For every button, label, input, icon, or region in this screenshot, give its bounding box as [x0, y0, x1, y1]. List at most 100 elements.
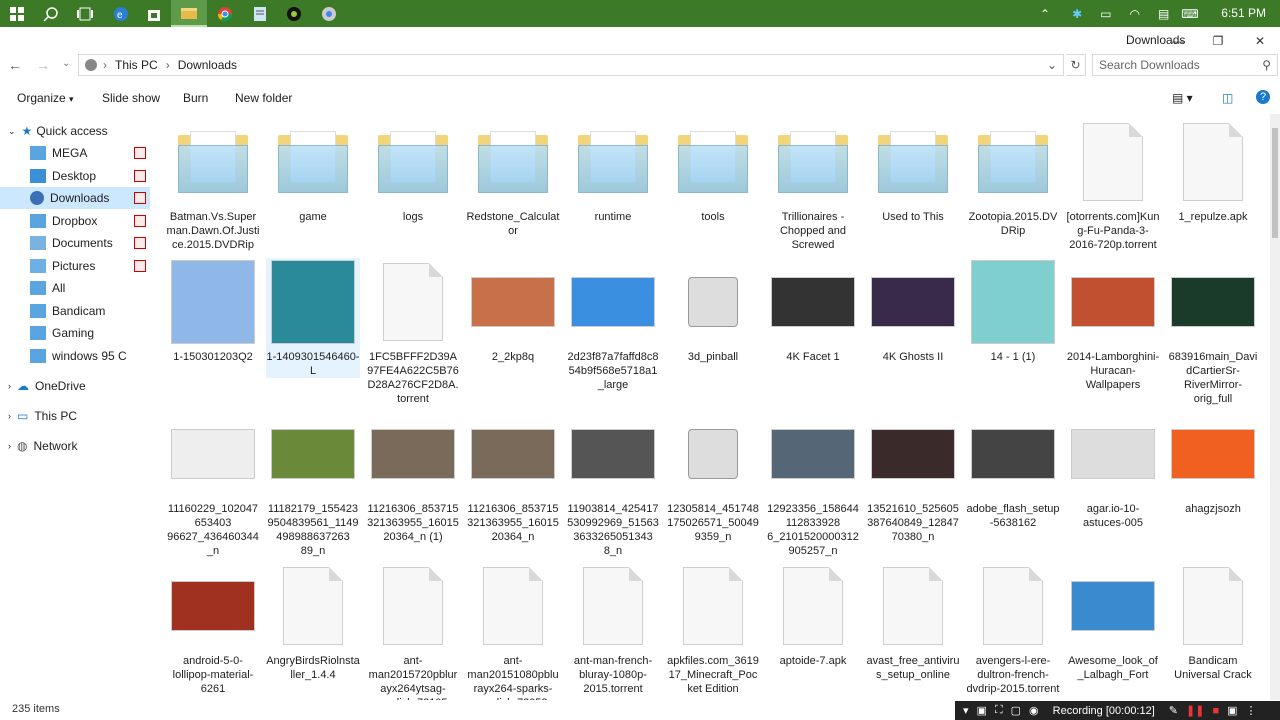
fullscreen-icon[interactable]: ⛶ — [995, 704, 1003, 717]
notepad-icon[interactable] — [249, 3, 271, 24]
forward-arrow-icon[interactable]: → — [36, 57, 50, 73]
windows-icon[interactable] — [6, 3, 28, 24]
file-tile[interactable]: 2d23f87a7faffd8c854b9f568e5718a1_large — [566, 258, 660, 392]
file-tile[interactable]: ant-man20151080pblurayx264-sparks-englis… — [466, 562, 560, 700]
file-tile[interactable]: Redstone_Calculator — [466, 118, 560, 238]
file-tile[interactable]: Used to This — [866, 118, 960, 224]
expand-icon[interactable]: ⌄ — [8, 126, 16, 137]
file-tile[interactable]: adobe_flash_setup-5638162 — [966, 410, 1060, 530]
file-tile[interactable]: avast_free_antivirus_setup_online — [866, 562, 960, 682]
file-tile[interactable]: game — [266, 118, 360, 224]
file-tile[interactable]: 14 - 1 (1) — [966, 258, 1060, 364]
menu-icon[interactable]: ⋮ — [1246, 704, 1257, 717]
nav-downloads[interactable]: Downloads — [0, 187, 150, 209]
window-icon[interactable]: ▣ — [977, 704, 987, 717]
file-tile[interactable]: 11216306_853715321363955_1601520364_n — [466, 410, 560, 544]
expand-icon[interactable]: › — [8, 441, 11, 451]
file-tile[interactable]: 11216306_853715321363955_1601520364_n (1… — [366, 410, 460, 544]
store-icon[interactable] — [143, 3, 165, 24]
nav-gaming[interactable]: Gaming — [0, 322, 150, 344]
file-tile[interactable]: 2014-Lamborghini-Huracan-Wallpapers — [1066, 258, 1160, 392]
close-button[interactable]: ✕ — [1240, 27, 1280, 54]
file-tile[interactable]: 3d_pinball — [666, 258, 760, 364]
battery-icon[interactable]: ▭ — [1100, 7, 1111, 21]
file-tile[interactable]: Batman.Vs.Superman.Dawn.Of.Justice.2015.… — [166, 118, 260, 252]
file-tile[interactable]: aptoide-7.apk — [766, 562, 860, 668]
clock[interactable]: 6:51 PM — [1221, 6, 1266, 20]
nav-dropbox[interactable]: Dropbox — [0, 210, 150, 232]
address-dropdown-icon[interactable]: ⌄ — [1047, 58, 1057, 72]
file-tile[interactable]: 11903814_425417530992969_515633633265051… — [566, 410, 660, 558]
keyboard-icon[interactable]: ⌨ — [1181, 7, 1198, 21]
nav-desktop[interactable]: Desktop — [0, 165, 150, 187]
breadcrumb-downloads[interactable]: Downloads — [178, 58, 237, 72]
search-icon[interactable] — [40, 3, 62, 24]
nav-quick-access[interactable]: ⌄ ★ Quick access — [0, 120, 150, 142]
edge-icon[interactable]: e — [110, 3, 132, 24]
nav-bandicam[interactable]: Bandicam — [0, 300, 150, 322]
help-icon[interactable]: ? — [1256, 90, 1270, 104]
chrome-icon[interactable] — [214, 3, 236, 24]
nav-onedrive[interactable]: › ☁ OneDrive — [0, 375, 150, 397]
bluetooth-icon[interactable]: ✱ — [1072, 7, 1082, 21]
file-tile[interactable]: 683916main_DavidCartierSr-RiverMirror-or… — [1166, 258, 1260, 406]
expand-icon[interactable]: › — [8, 411, 11, 421]
expand-icon[interactable]: › — [8, 381, 11, 391]
preview-pane-icon[interactable]: ◫ — [1222, 91, 1233, 105]
file-tile[interactable]: Zootopia.2015.DVDRip — [966, 118, 1060, 238]
slideshow-button[interactable]: Slide show — [102, 91, 160, 105]
wifi-icon[interactable]: ◠ — [1129, 7, 1139, 21]
file-tile[interactable]: 11182179_1554239504839561_11494989886372… — [266, 410, 360, 558]
stop-icon[interactable]: ■ — [1212, 705, 1219, 717]
file-tile[interactable]: 1_repulze.apk — [1166, 118, 1260, 224]
view-options-icon[interactable]: ▤ ▾ — [1172, 91, 1193, 105]
file-tile[interactable]: 2_2kp8q — [466, 258, 560, 364]
file-tile[interactable]: 1-1409301546460-L — [266, 258, 360, 378]
nav-all[interactable]: All — [0, 277, 150, 299]
file-tile[interactable]: avengers-l-ere-dultron-french-dvdrip-201… — [966, 562, 1060, 696]
camera-icon[interactable]: ◉ — [1029, 704, 1039, 717]
file-tile[interactable]: logs — [366, 118, 460, 224]
file-tile[interactable]: 12923356_158644112833928 6_2101520000312… — [766, 410, 860, 558]
new-folder-button[interactable]: New folder — [235, 91, 292, 105]
minimize-button[interactable]: — — [1158, 27, 1198, 54]
file-tile[interactable]: Bandicam Universal Crack — [1166, 562, 1260, 682]
breadcrumb-thispc[interactable]: This PC — [115, 58, 158, 72]
file-tile[interactable]: 4K Facet 1 — [766, 258, 860, 364]
refresh-button[interactable]: ↻ — [1066, 54, 1086, 76]
chevron-up-icon[interactable]: ⌃ — [1040, 7, 1050, 21]
file-tile[interactable]: 12305814_451748175026571_500499359_n — [666, 410, 760, 544]
file-tile[interactable]: apkfiles.com_361917_Minecraft_Pocket Edi… — [666, 562, 760, 696]
task-view-icon[interactable] — [74, 3, 96, 24]
file-tile[interactable]: 11160229_102047653403 96627_436460344_n — [166, 410, 260, 558]
file-tile[interactable]: Trillionaires - Chopped and Screwed — [766, 118, 860, 252]
search-input[interactable]: Search Downloads ⚲ — [1092, 54, 1278, 76]
address-box[interactable]: › This PC › Downloads ⌄ — [78, 54, 1064, 76]
nav-windows95[interactable]: windows 95 C — [0, 345, 150, 367]
file-tile[interactable]: ahagzjsozh — [1166, 410, 1260, 516]
file-tile[interactable]: 1-150301203Q2 — [166, 258, 260, 364]
file-tile[interactable]: ant-man-french-bluray-1080p-2015.torrent — [566, 562, 660, 696]
file-tile[interactable]: 1FC5BFFF2D39A97FE4A622C5B76D28A276CF2D8A… — [366, 258, 460, 406]
notification-icon[interactable]: ▤ — [1158, 7, 1169, 21]
file-tile[interactable]: runtime — [566, 118, 660, 224]
nav-thispc[interactable]: › ▭ This PC — [0, 405, 150, 427]
file-tile[interactable]: 13521610_525605387640849_1284770380_n — [866, 410, 960, 544]
nav-documents[interactable]: Documents — [0, 232, 150, 254]
pause-icon[interactable]: ❚❚ — [1186, 704, 1204, 717]
dropdown-icon[interactable]: ▾ — [963, 704, 969, 717]
file-tile[interactable]: ant-man2015720pblurayx264ytsag-english-7… — [366, 562, 460, 700]
screenshot-icon[interactable]: ▣ — [1227, 704, 1237, 717]
nav-mega[interactable]: MEGA — [0, 142, 150, 164]
organize-button[interactable]: Organize ▾ — [17, 91, 74, 105]
file-tile[interactable]: 4K Ghosts II — [866, 258, 960, 364]
file-tile[interactable]: android-5-0-lollipop-material-6261 — [166, 562, 260, 696]
maximize-button[interactable]: ❐ — [1198, 27, 1238, 54]
nav-pictures[interactable]: Pictures — [0, 255, 150, 277]
file-tile[interactable]: tools — [666, 118, 760, 224]
region-icon[interactable]: ▢ — [1011, 704, 1021, 717]
pencil-icon[interactable]: ✎ — [1169, 704, 1178, 717]
file-tile[interactable]: Awesome_look_of_Lalbagh_Fort — [1066, 562, 1160, 682]
burn-button[interactable]: Burn — [183, 91, 208, 105]
file-tile[interactable]: AngryBirdsRiolnstaller_1.4.4 — [266, 562, 360, 682]
